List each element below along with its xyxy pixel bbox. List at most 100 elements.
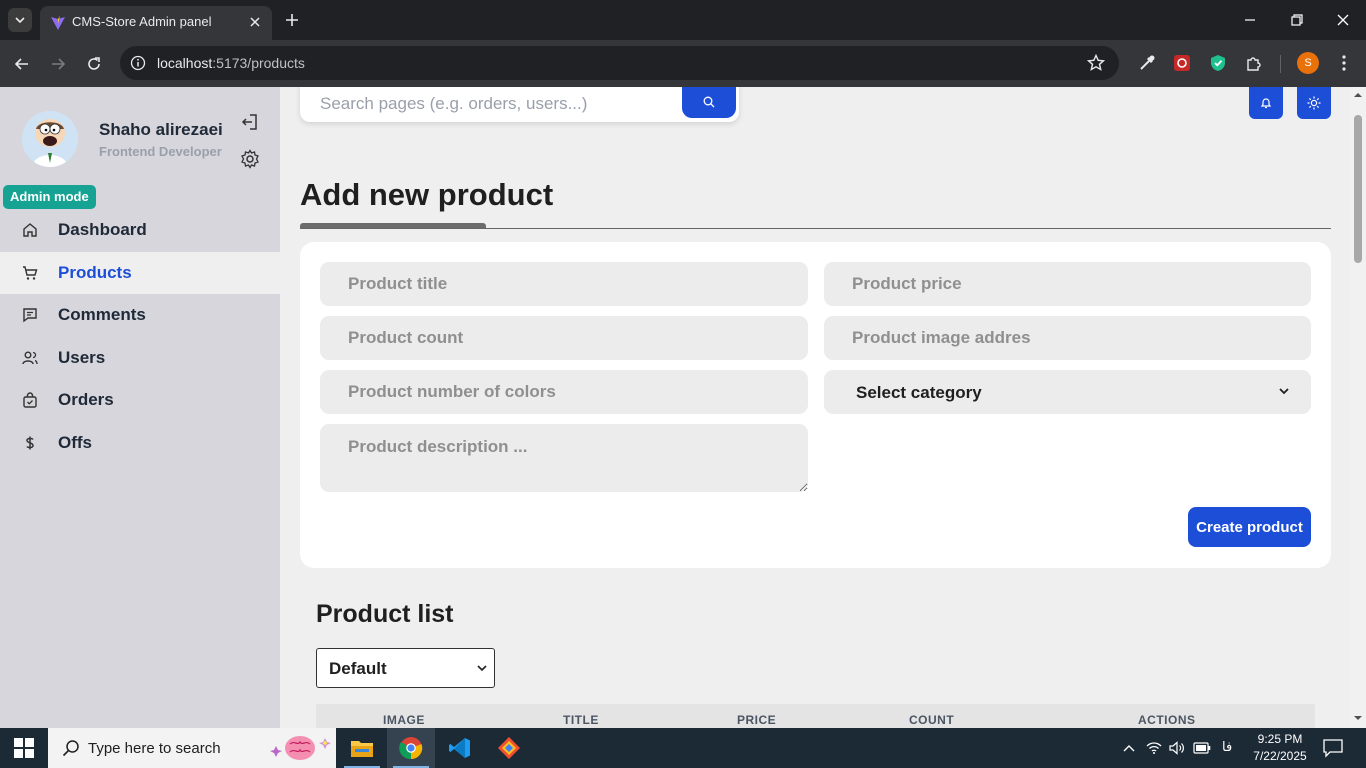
logout-icon[interactable] [240, 112, 260, 132]
sidebar-item-label: Users [58, 347, 106, 367]
scroll-down-arrow-icon[interactable] [1354, 714, 1362, 722]
search-button[interactable] [682, 87, 736, 118]
toolbar-divider [1280, 55, 1281, 73]
sun-icon [1307, 96, 1321, 110]
taskbar-search[interactable]: Type here to search [48, 728, 336, 768]
taskbar-vscode[interactable] [436, 728, 484, 768]
column-header-title: TITLE [563, 713, 599, 727]
home-icon [21, 221, 39, 239]
create-product-button[interactable]: Create product [1188, 507, 1311, 547]
notification-center-icon[interactable] [1322, 738, 1344, 758]
product-colors-field[interactable] [320, 370, 808, 414]
sidebar-item-label: Dashboard [58, 220, 147, 240]
tab-search-icon[interactable] [8, 8, 32, 32]
column-header-image: IMAGE [383, 713, 425, 727]
product-description-field[interactable] [320, 424, 808, 492]
bag-icon [21, 391, 39, 409]
avatar [22, 111, 78, 167]
taskbar-file-explorer[interactable] [338, 728, 386, 768]
language-indicator[interactable]: فا [1222, 739, 1232, 755]
product-table-header: IMAGE TITLE PRICE COUNT ACTIONS [316, 704, 1315, 728]
sidebar-nav: Dashboard Products Comments Users Orders… [0, 209, 280, 464]
sidebar-item-orders[interactable]: Orders [0, 379, 280, 422]
category-select[interactable]: Select category [824, 370, 1311, 414]
clock-date: 7/22/2025 [1253, 749, 1307, 763]
page-scrollbar[interactable] [1350, 87, 1366, 728]
bookmark-star-icon[interactable] [1087, 54, 1105, 72]
vscode-icon [449, 738, 470, 758]
eyedropper-extension-icon[interactable] [1137, 53, 1157, 73]
close-tab-icon[interactable] [246, 13, 264, 31]
scroll-thumb[interactable] [1354, 115, 1362, 263]
site-info-icon[interactable] [130, 55, 146, 71]
page-viewport: Shaho alirezaei Frontend Developer Admin… [0, 87, 1366, 728]
tab-title: CMS-Store Admin panel [72, 14, 212, 29]
user-name: Shaho alirezaei [99, 120, 223, 139]
sidebar-item-label: Comments [58, 305, 146, 325]
minimize-icon[interactable] [1238, 8, 1262, 32]
back-icon[interactable] [10, 52, 34, 76]
taskbar-chrome[interactable] [387, 728, 435, 768]
clock-time: 9:25 PM [1257, 732, 1303, 746]
sidebar-item-label: Offs [58, 432, 92, 452]
sidebar-item-comments[interactable]: Comments [0, 294, 280, 337]
browser-tab[interactable]: CMS-Store Admin panel [40, 6, 272, 40]
title-divider [300, 228, 1331, 229]
taskbar-git-app[interactable] [485, 728, 533, 768]
forward-icon[interactable] [46, 52, 70, 76]
product-title-field[interactable] [320, 262, 808, 306]
sidebar-item-products[interactable]: Products [0, 251, 280, 294]
git-diamond-icon [498, 737, 520, 759]
browser-tab-bar: CMS-Store Admin panel [0, 0, 1366, 40]
scroll-up-arrow-icon[interactable] [1354, 91, 1362, 99]
url-text: localhost:5173/products [157, 55, 305, 71]
bell-icon [1260, 98, 1272, 109]
volume-icon[interactable] [1168, 739, 1186, 757]
gear-icon[interactable] [240, 149, 260, 169]
reload-icon[interactable] [82, 52, 106, 76]
user-role: Frontend Developer [99, 144, 222, 159]
product-image-field[interactable] [824, 316, 1311, 360]
new-tab-icon[interactable] [282, 10, 302, 30]
folder-icon [351, 741, 373, 757]
product-count-field[interactable] [320, 316, 808, 360]
more-menu-icon[interactable] [1334, 53, 1354, 73]
product-price-field[interactable] [824, 262, 1311, 306]
restore-icon[interactable] [1285, 8, 1309, 32]
sidebar-item-users[interactable]: Users [0, 337, 280, 380]
cart-icon [21, 264, 39, 282]
battery-icon[interactable] [1193, 739, 1211, 757]
vite-logo-icon [51, 16, 65, 30]
profile-avatar[interactable]: S [1297, 52, 1319, 74]
category-select-value: Select category [856, 383, 982, 402]
users-icon [21, 349, 39, 367]
chrome-icon [399, 737, 423, 760]
shield-extension-icon[interactable] [1208, 53, 1228, 73]
sidebar-item-dashboard[interactable]: Dashboard [0, 209, 280, 252]
add-product-form: Select category Create product [300, 242, 1331, 568]
column-header-count: COUNT [909, 713, 955, 727]
sidebar-item-offs[interactable]: Offs [0, 422, 280, 465]
chevron-down-icon [1279, 388, 1289, 395]
comment-icon [21, 306, 39, 324]
tray-chevron-up-icon[interactable] [1120, 739, 1138, 757]
taskbar-search-text: Type here to search [88, 740, 221, 757]
close-window-icon[interactable] [1331, 8, 1355, 32]
title-underline-accent [300, 223, 486, 228]
taskbar-clock[interactable]: 9:25 PM 7/22/2025 [1250, 731, 1310, 765]
windows-start-icon[interactable] [14, 738, 34, 758]
admin-mode-badge: Admin mode [3, 185, 96, 209]
theme-toggle-button[interactable] [1297, 87, 1331, 119]
extensions-puzzle-icon[interactable] [1244, 53, 1264, 73]
column-header-price: PRICE [737, 713, 777, 727]
notifications-button[interactable] [1249, 87, 1283, 119]
address-bar[interactable]: localhost:5173/products [120, 46, 1119, 80]
sidebar-item-label: Products [58, 262, 132, 282]
sort-select[interactable]: Default [316, 648, 495, 688]
search-input[interactable] [300, 87, 682, 122]
wifi-icon[interactable] [1145, 739, 1163, 757]
search-icon [62, 740, 79, 757]
search-icon [703, 96, 715, 107]
adblock-extension-icon[interactable] [1172, 53, 1192, 73]
browser-toolbar: localhost:5173/products S [0, 40, 1366, 87]
